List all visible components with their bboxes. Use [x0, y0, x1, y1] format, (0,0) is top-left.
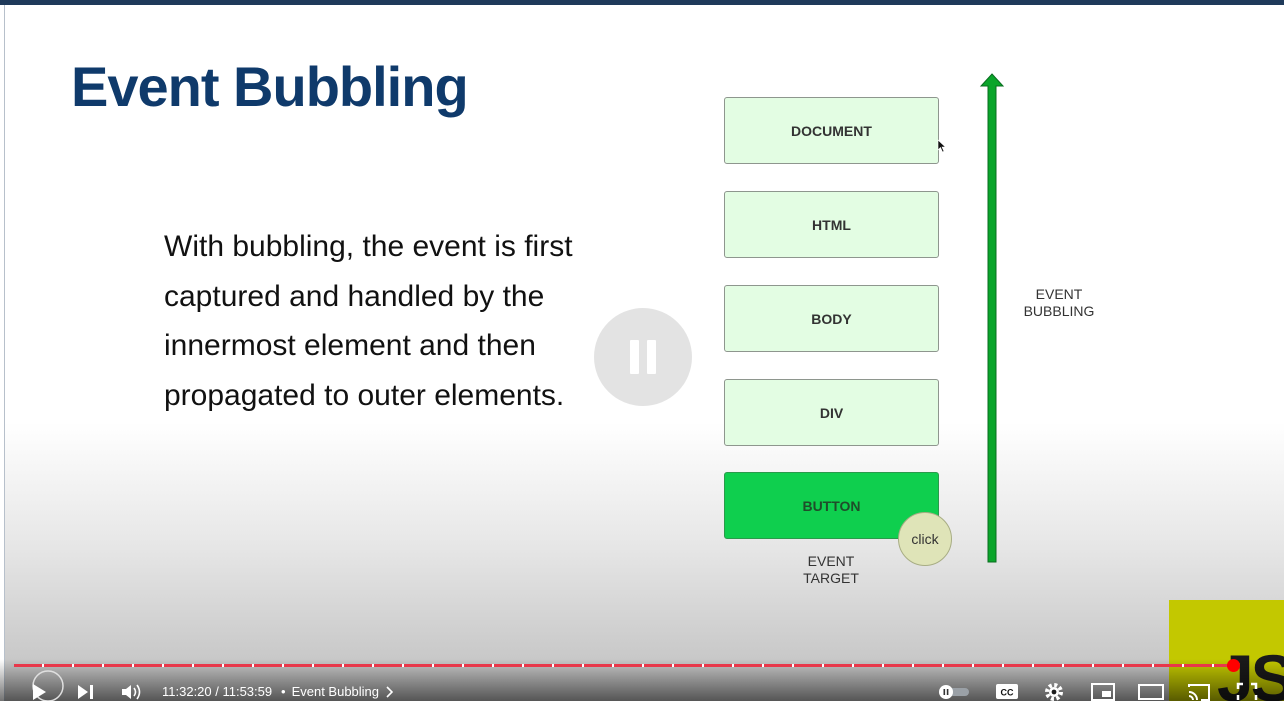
- svg-text:CC: CC: [1001, 688, 1014, 698]
- autoplay-toggle[interactable]: [937, 684, 971, 699]
- volume-button[interactable]: [120, 682, 144, 701]
- mouse-cursor-icon: [937, 139, 947, 153]
- next-icon: [78, 685, 93, 699]
- theater-mode-button[interactable]: [1137, 682, 1165, 701]
- autoplay-toggle-icon: [939, 685, 969, 699]
- event-target-label: EVENT TARGET: [803, 553, 859, 586]
- captions-button[interactable]: CC: [995, 683, 1019, 700]
- bubbling-arrow-icon: [979, 73, 1005, 563]
- progress-scrubber[interactable]: [1227, 659, 1240, 672]
- time-display: 11:32:20 / 11:53:59: [162, 684, 273, 699]
- cc-icon: CC: [996, 684, 1018, 699]
- box-div: DIV: [724, 379, 939, 446]
- next-button[interactable]: [74, 682, 96, 701]
- chapter-title[interactable]: • Event Bubbling: [281, 684, 394, 699]
- play-button[interactable]: [28, 670, 66, 701]
- box-document: DOCUMENT: [724, 97, 939, 164]
- pause-overlay-icon[interactable]: [594, 308, 692, 406]
- event-bubbling-label: EVENT BUBBLING: [1023, 286, 1095, 319]
- slide-title: Event Bubbling: [71, 55, 469, 118]
- progress-bar[interactable]: [14, 664, 1234, 667]
- chevron-right-icon: [386, 685, 394, 698]
- fullscreen-button[interactable]: [1236, 681, 1258, 701]
- miniplayer-icon: [1091, 683, 1115, 701]
- box-body: BODY: [724, 285, 939, 352]
- miniplayer-button[interactable]: [1090, 682, 1116, 701]
- gear-icon: [1045, 683, 1063, 701]
- click-badge: click: [898, 512, 952, 566]
- cast-button[interactable]: [1186, 682, 1212, 701]
- settings-button[interactable]: [1043, 681, 1065, 701]
- theater-icon: [1138, 684, 1164, 700]
- fullscreen-icon: [1236, 682, 1258, 700]
- slide-body-text: With bubbling, the event is first captur…: [164, 230, 573, 412]
- box-html: HTML: [724, 191, 939, 258]
- cast-icon: [1188, 684, 1210, 701]
- play-icon: [32, 670, 64, 701]
- volume-icon: [122, 684, 141, 700]
